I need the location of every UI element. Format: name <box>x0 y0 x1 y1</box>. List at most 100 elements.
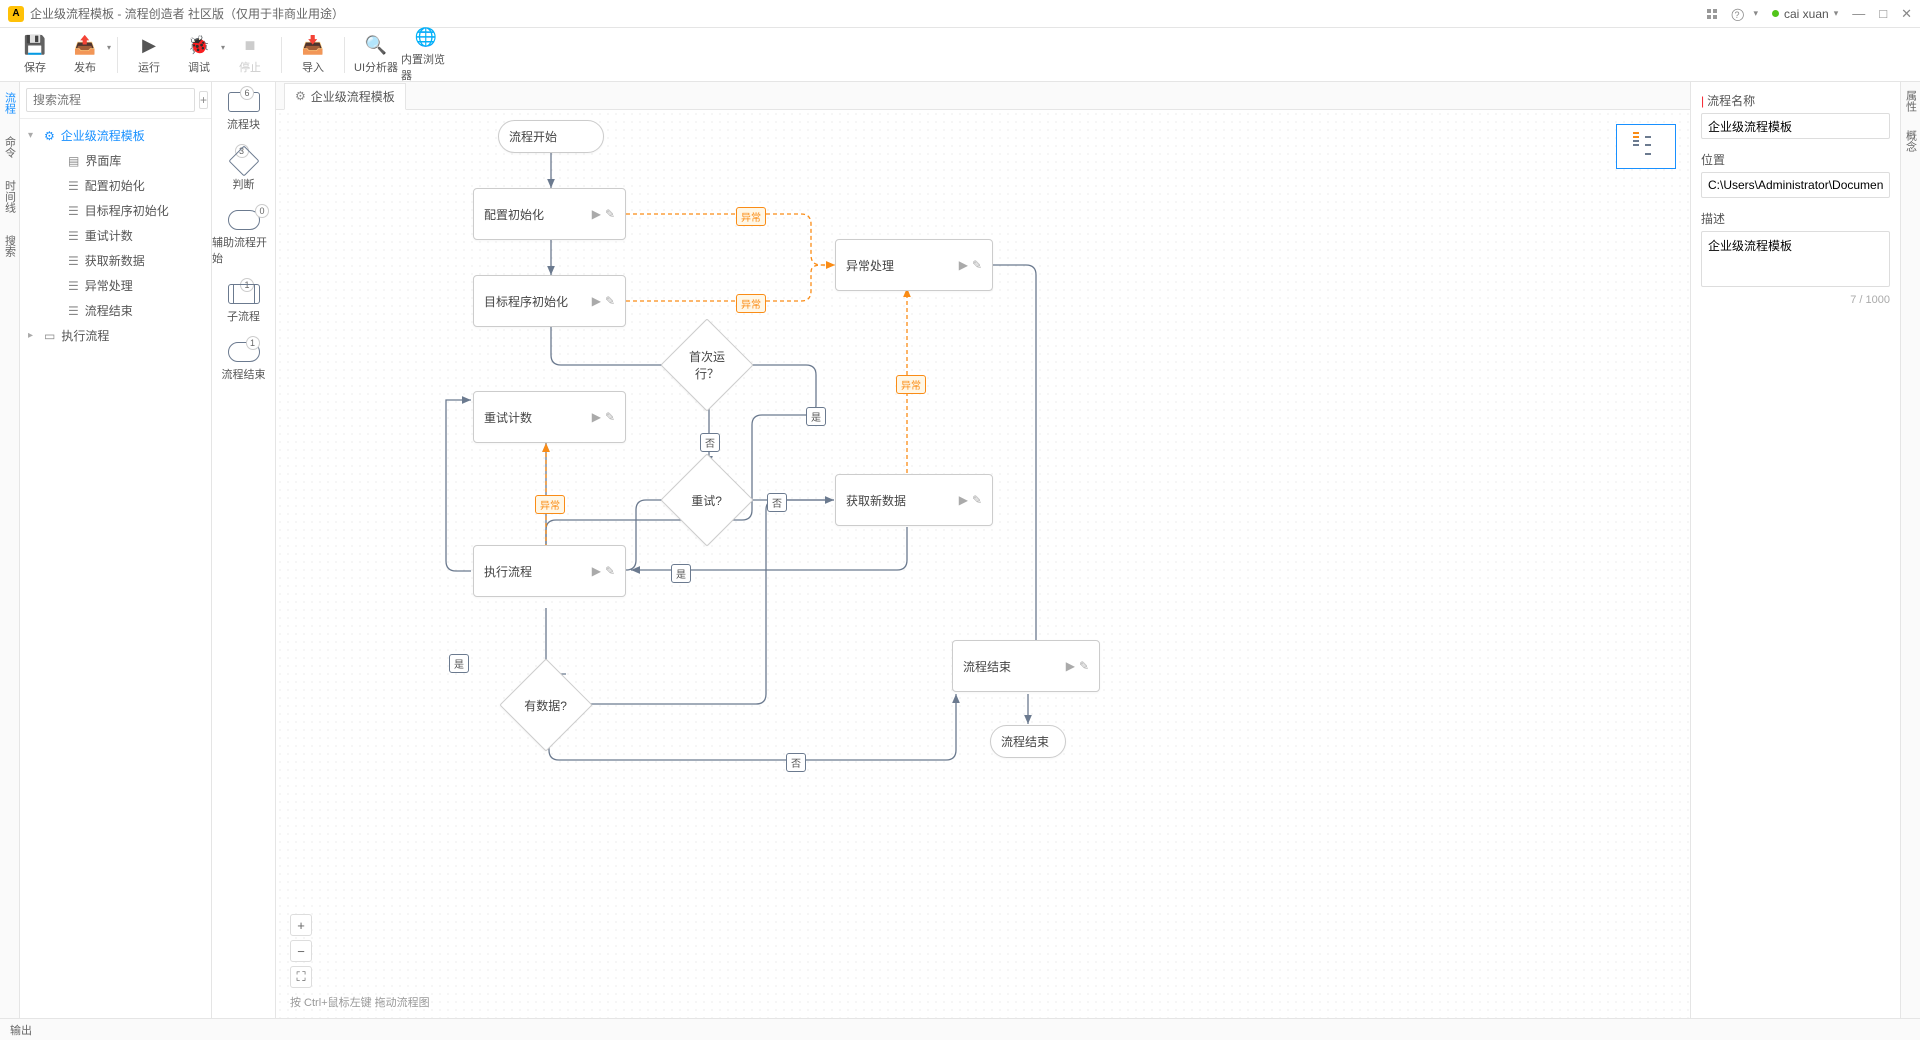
rail-search[interactable]: 搜索 <box>2 233 18 259</box>
add-process-button[interactable]: + <box>199 91 208 109</box>
node-retry-count[interactable]: 重试计数▶✎ <box>473 391 626 443</box>
play-icon[interactable]: ▶ <box>959 493 968 507</box>
zoom-out-button[interactable]: − <box>290 940 312 962</box>
layers-icon: ☰ <box>68 204 79 218</box>
zoom-in-button[interactable]: + <box>290 914 312 936</box>
edit-icon[interactable]: ✎ <box>605 410 615 424</box>
palette-end[interactable]: 1流程结束 <box>222 342 266 382</box>
user-name: cai xuan <box>1784 7 1829 21</box>
name-label: 流程名称 <box>1707 92 1755 109</box>
help-icon[interactable]: ◯? <box>1731 7 1739 21</box>
palette-decision[interactable]: 3判断 <box>233 150 255 192</box>
play-icon[interactable]: ▶ <box>592 564 601 578</box>
output-label[interactable]: 输出 <box>10 1022 32 1038</box>
desc-input[interactable]: 企业级流程模板 <box>1701 231 1890 287</box>
tree-root[interactable]: ▾ ⚙ 企业级流程模板 <box>20 123 211 148</box>
node-first-run[interactable]: 首次运行？ <box>660 318 753 411</box>
tree-item[interactable]: ☰目标程序初始化 <box>20 198 211 223</box>
debug-button[interactable]: 🐞调试 <box>174 31 224 79</box>
palette: 6流程块 3判断 0辅助流程开始 1子流程 1流程结束 <box>212 82 276 1018</box>
minimap[interactable] <box>1616 124 1676 169</box>
publish-button[interactable]: 📤发布 <box>60 31 110 79</box>
run-button[interactable]: ▶运行 <box>124 31 174 79</box>
edge-no: 否 <box>767 493 787 512</box>
ui-analyzer-button[interactable]: 🔍UI分析器 <box>351 31 401 79</box>
builtin-browser-button[interactable]: 🌐内置浏览器 <box>401 31 451 79</box>
node-start[interactable]: 流程开始 <box>498 120 604 153</box>
palette-aux-start[interactable]: 0辅助流程开始 <box>212 210 275 266</box>
edit-icon[interactable]: ✎ <box>605 564 615 578</box>
user-menu[interactable]: cai xuan ▾ <box>1772 7 1838 21</box>
tree-item[interactable]: ▤界面库 <box>20 148 211 173</box>
publish-dropdown-icon[interactable]: ▾ <box>107 43 111 52</box>
canvas[interactable]: 流程开始 配置初始化▶✎ 目标程序初始化▶✎ 首次运行？ 重试计数▶✎ 重试? … <box>276 110 1690 1018</box>
play-icon[interactable]: ▶ <box>592 294 601 308</box>
node-exec[interactable]: 执行流程▶✎ <box>473 545 626 597</box>
node-config[interactable]: 配置初始化▶✎ <box>473 188 626 240</box>
tree-item[interactable]: ☰配置初始化 <box>20 173 211 198</box>
node-target[interactable]: 目标程序初始化▶✎ <box>473 275 626 327</box>
help-dropdown-icon[interactable]: ▾ <box>1753 8 1758 19</box>
tree-exec[interactable]: ▸ ▭ 执行流程 <box>20 323 211 348</box>
titlebar: A 企业级流程模板 - 流程创造者 社区版（仅用于非商业用途） ◯? ▾ cai… <box>0 0 1920 28</box>
edge-yes: 是 <box>449 654 469 673</box>
rail-concept[interactable]: 概念 <box>1903 130 1919 152</box>
name-input[interactable] <box>1701 113 1890 139</box>
play-icon[interactable]: ▶ <box>592 207 601 221</box>
canvas-hint: 按 Ctrl+鼠标左键 拖动流程图 <box>290 994 430 1010</box>
palette-subprocess[interactable]: 1子流程 <box>227 284 260 324</box>
node-end1[interactable]: 流程结束▶✎ <box>952 640 1100 692</box>
edit-icon[interactable]: ✎ <box>1079 659 1089 673</box>
edge-exception: 异常 <box>736 207 766 226</box>
maximize-button[interactable]: □ <box>1879 6 1887 21</box>
loc-input[interactable] <box>1701 172 1890 198</box>
chevron-down-icon: ▾ <box>1834 8 1839 19</box>
edge-yes: 是 <box>806 407 826 426</box>
edit-icon[interactable]: ✎ <box>605 294 615 308</box>
tree-item[interactable]: ☰流程结束 <box>20 298 211 323</box>
edit-icon[interactable]: ✎ <box>972 258 982 272</box>
play-icon[interactable]: ▶ <box>959 258 968 272</box>
loc-label: 位置 <box>1701 151 1725 168</box>
zoom-controls: + − ⛶ <box>290 914 312 988</box>
node-has-data[interactable]: 有数据? <box>499 658 592 751</box>
left-rail: 流程 命令 时间线 搜索 <box>0 82 20 1018</box>
edge-no: 否 <box>786 753 806 772</box>
tab-main[interactable]: ⚙企业级流程模板 <box>284 83 406 110</box>
rail-props[interactable]: 属性 <box>1903 90 1919 112</box>
node-fetch[interactable]: 获取新数据▶✎ <box>835 474 993 526</box>
play-icon[interactable]: ▶ <box>592 410 601 424</box>
stop-button[interactable]: ■停止 <box>225 31 275 79</box>
edit-icon[interactable]: ✎ <box>972 493 982 507</box>
rail-command[interactable]: 命令 <box>2 134 18 160</box>
status-dot-icon <box>1772 10 1779 17</box>
play-icon[interactable]: ▶ <box>1066 659 1075 673</box>
close-button[interactable]: ✕ <box>1901 6 1912 22</box>
node-retry[interactable]: 重试? <box>660 453 753 546</box>
edge-exception: 异常 <box>896 375 926 394</box>
tree-item[interactable]: ☰重试计数 <box>20 223 211 248</box>
char-count: 7 / 1000 <box>1701 294 1890 306</box>
layers-icon: ☰ <box>68 179 79 193</box>
tree-item[interactable]: ☰异常处理 <box>20 273 211 298</box>
zoom-fit-button[interactable]: ⛶ <box>290 966 312 988</box>
palette-block[interactable]: 6流程块 <box>227 92 260 132</box>
minimize-button[interactable]: — <box>1852 6 1865 21</box>
apps-icon[interactable] <box>1707 9 1717 19</box>
tree-item[interactable]: ☰获取新数据 <box>20 248 211 273</box>
save-button[interactable]: 💾保存 <box>10 31 60 79</box>
chevron-down-icon: ▾ <box>28 130 38 141</box>
subflow-icon: ▭ <box>44 329 55 343</box>
right-rail: 属性 概念 <box>1900 82 1920 1018</box>
import-button[interactable]: 📥导入 <box>288 31 338 79</box>
rail-timeline[interactable]: 时间线 <box>2 178 18 215</box>
search-input[interactable] <box>26 88 195 112</box>
edit-icon[interactable]: ✎ <box>605 207 615 221</box>
node-exception[interactable]: 异常处理▶✎ <box>835 239 993 291</box>
app-icon: A <box>8 6 24 22</box>
edge-exception: 异常 <box>535 495 565 514</box>
properties-panel: |流程名称 位置 描述 企业级流程模板 7 / 1000 <box>1690 82 1900 1018</box>
node-end2[interactable]: 流程结束 <box>990 725 1066 758</box>
rail-process[interactable]: 流程 <box>2 90 18 116</box>
flow-icon: ⚙ <box>295 89 306 103</box>
